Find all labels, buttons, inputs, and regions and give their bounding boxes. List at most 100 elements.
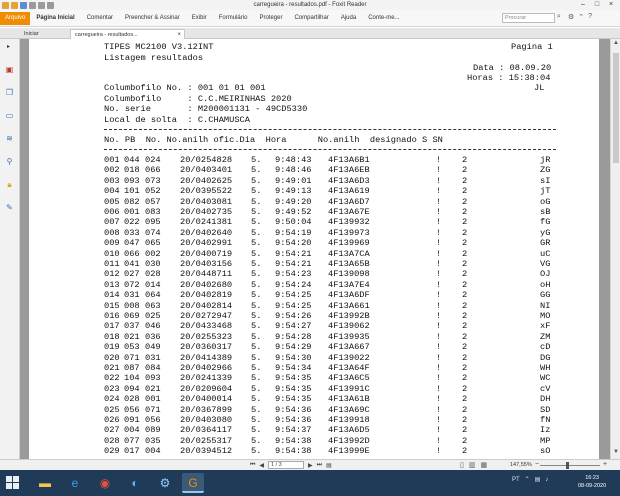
row-number: 024 [145,155,161,165]
page-navigation: ⏮ ◀ 1 / 3 ▶ ⏭ ▤ [250,461,332,469]
foxit-reader-icon[interactable]: G [182,473,204,493]
clock[interactable]: 16:23 08-09-2020 [578,474,606,490]
ribbon-right-tools: ⚙ ⌃ ? [568,13,592,21]
continuous-page-icon[interactable]: ▥ [469,461,476,469]
menu-help[interactable]: Ajuda [335,10,362,27]
row-ring-designated: 4F13A69C [328,404,370,415]
row-sn: 2 [462,404,468,415]
row-time: 9:54:35 [275,373,312,384]
menu-fill-sign[interactable]: Preencher & Assinar [119,10,186,27]
maximize-button[interactable]: □ [590,0,604,10]
document-tab-bar: Iniciar carregueira - resultados... × [0,28,620,39]
row-number: 014 [145,279,161,290]
row-time: 9:54:29 [275,342,312,353]
row-number: 089 [145,425,161,436]
view-mode-icon[interactable]: ▤ [326,462,332,469]
row-code: NI [540,300,551,311]
bookmarks-icon[interactable]: ▣ [4,65,15,75]
windows-start-icon[interactable] [6,476,20,490]
row-flag: ! [436,238,442,249]
pages-icon[interactable]: ❐ [4,88,15,98]
facing-page-icon[interactable]: ▦ [480,461,487,469]
comments-icon[interactable]: ▭ [4,111,15,121]
chrome-icon[interactable]: ◉ [94,473,116,493]
tell-me-box[interactable]: Conte-me... [362,10,405,27]
row-code: WC [540,373,551,384]
file-menu-button[interactable]: Arquivo [0,11,31,25]
search-icon[interactable]: ⌕ [557,13,561,21]
row-ring-official: 20/0395522 [180,186,233,197]
file-explorer-icon[interactable]: ▬ [34,473,56,493]
menu-form[interactable]: Formulário [213,10,254,27]
first-page-icon[interactable]: ⏮ [250,462,255,469]
row-number: 073 [145,175,161,186]
start-logo-pane [6,476,12,482]
zoom-out-icon[interactable]: − [535,461,539,468]
internet-explorer-icon[interactable]: e [64,473,86,493]
scroll-thumb[interactable] [613,53,619,163]
single-page-icon[interactable]: ▯ [460,461,464,469]
row-pb: 027 [124,269,140,280]
row-position: 018 [104,331,120,342]
row-pb: 072 [124,279,140,290]
scroll-down-icon[interactable]: ▼ [613,449,619,455]
settings-icon[interactable]: ⚙ [568,13,574,21]
prev-page-icon[interactable]: ◀ [259,462,264,469]
row-number: 056 [145,415,161,425]
menu-protect[interactable]: Proteger [253,10,288,27]
row-flag: ! [436,217,442,228]
tab-document[interactable]: carregueira - resultados... × [70,29,185,39]
page-number: Pagina 1 [511,42,553,52]
zoom-slider-knob[interactable] [566,462,569,469]
settings-app-icon[interactable]: ⚙ [154,473,176,493]
volume-icon[interactable]: ♪ [545,477,548,483]
menu-view[interactable]: Exibir [186,10,213,27]
attachments-icon[interactable]: ⚲ [4,157,15,167]
ribbon-collapse-icon[interactable]: ⌃ [578,13,584,21]
vertical-scrollbar[interactable]: ▲ ▼ [610,39,620,459]
row-code: VG [540,259,551,269]
row-time: 9:48:46 [275,165,312,176]
row-ring-designated: 4F13A65B [328,259,370,269]
menu-share[interactable]: Compartilhar [288,10,334,27]
row-ring-official: 20/0241381 [180,217,233,228]
security-icon[interactable]: 🔒︎ [4,180,15,190]
zoom-in-icon[interactable]: + [603,461,607,468]
help-icon[interactable]: ? [588,13,592,21]
row-day: 5. [251,311,262,321]
row-ring-official: 20/0209604 [180,383,233,394]
row-time: 9:54:30 [275,352,312,363]
search-input[interactable]: Procurar [502,13,555,23]
row-position: 017 [104,321,120,332]
tray-arrow-icon[interactable]: ⌃ [525,476,530,483]
row-pb: 037 [124,321,140,332]
clock-date: 08-09-2020 [578,483,607,489]
serial-number: No. serie : M200001131 - 49CD5330 [104,104,308,114]
document-viewport[interactable]: TIPES MC2100 V3.12INT Listagem resultado… [20,39,610,459]
page-number-input[interactable]: 1 / 3 [268,461,305,469]
minimize-button[interactable]: – [576,0,590,10]
row-position: 009 [104,238,120,249]
row-position: 022 [104,373,120,384]
signature-icon[interactable]: ✎ [4,203,15,213]
last-page-icon[interactable]: ⏭ [317,462,322,469]
zoom-level[interactable]: 147,55% [510,462,532,468]
network-icon[interactable]: ▤ [535,476,541,483]
edge-icon[interactable]: ◐ [124,473,146,493]
tab-start[interactable]: Iniciar [20,29,68,39]
menu-comment[interactable]: Comentar [81,10,119,27]
language-indicator[interactable]: PT [512,477,520,483]
sidebar-expand-icon[interactable]: ▸ [7,43,10,50]
row-code: yG [540,227,551,238]
row-number: 093 [145,373,161,384]
layers-icon[interactable]: ≋ [4,134,15,144]
scroll-up-icon[interactable]: ▲ [613,40,619,46]
row-day: 5. [251,394,262,405]
zoom-slider[interactable] [540,465,600,466]
next-page-icon[interactable]: ▶ [308,462,313,469]
row-pb: 017 [124,446,140,457]
row-time: 9:54:26 [275,311,312,321]
menu-home[interactable]: Página Inicial [30,10,80,27]
close-button[interactable]: × [604,0,618,10]
row-flag: ! [436,425,442,436]
